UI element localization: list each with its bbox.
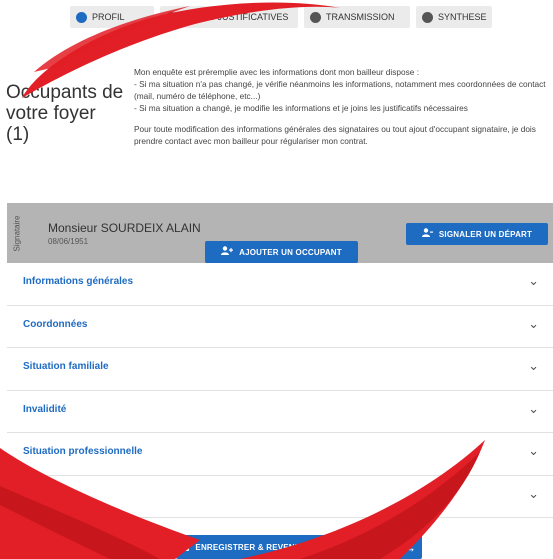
next-button[interactable]: → — [398, 535, 422, 559]
step-label: PROFIL — [92, 12, 125, 22]
intro-line: - Si ma situation a changé, je modifie l… — [134, 103, 468, 113]
chevron-down-icon: ⌄ — [528, 315, 539, 331]
intro-line: - Si ma situation n'a pas changé, je vér… — [134, 79, 546, 101]
progress-stepper: PROFIL PIÈCES JUSTIFICATIVES TRANSMISSIO… — [0, 0, 553, 36]
section-label: Invalidité — [23, 403, 67, 415]
intro-line: Pour toute modification des informations… — [134, 124, 536, 146]
report-departure-button[interactable]: SIGNALER UN DÉPART — [406, 223, 548, 245]
add-person-icon — [221, 246, 234, 258]
chevron-down-icon: ⌄ — [528, 273, 539, 288]
chevron-down-icon: ⌄ — [528, 400, 539, 416]
step-pieces-justificatives[interactable]: PIÈCES JUSTIFICATIVES — [160, 6, 298, 28]
intro-line: Mon enquête est préremplie avec les info… — [134, 67, 420, 77]
arrow-left-icon: ← — [151, 539, 165, 555]
signer-role-label: Signataire — [12, 214, 22, 252]
remove-person-icon — [421, 228, 433, 240]
form-sections-accordion: Informations générales ⌄ Coordonnées ⌄ S… — [7, 263, 553, 518]
intro-text: Mon enquête est préremplie avec les info… — [134, 66, 548, 147]
signer-name: Monsieur SOURDEIX ALAIN — [48, 221, 201, 235]
step-dot-icon — [166, 11, 177, 23]
page-title: Occupants de votre foyer (1) — [6, 82, 124, 145]
step-dot-icon — [310, 11, 321, 23]
step-active-dot-icon — [76, 11, 87, 23]
signer-birthdate: 08/06/1951 — [48, 237, 89, 246]
chevron-down-icon: ⌄ — [528, 443, 539, 458]
section-ressources[interactable]: Ressources ⌄ — [7, 476, 553, 518]
save-and-return-later-button[interactable]: ENREGISTRER & REVENIR PLUS TARD — [176, 535, 356, 559]
section-situation-familiale[interactable]: Situation familiale ⌄ — [7, 348, 553, 391]
step-synthese[interactable]: SYNTHESE — [416, 6, 492, 28]
section-label: Situation familiale — [23, 361, 109, 372]
section-informations-generales[interactable]: Informations générales ⌄ — [7, 263, 553, 306]
step-transmission[interactable]: TRANSMISSION — [304, 6, 410, 28]
section-situation-professionnelle[interactable]: Situation professionnelle ⌄ — [7, 433, 553, 476]
floppy-disk-icon — [179, 540, 190, 554]
step-profil[interactable]: PROFIL — [70, 6, 154, 28]
section-label: Coordonnées — [23, 318, 88, 330]
chevron-down-icon: ⌄ — [528, 485, 539, 501]
add-occupant-button[interactable]: AJOUTER UN OCCUPANT — [205, 241, 358, 263]
report-departure-label: SIGNALER UN DÉPART — [438, 229, 533, 239]
add-occupant-label: AJOUTER UN OCCUPANT — [239, 247, 342, 257]
section-label: Ressources — [23, 488, 80, 500]
arrow-right-icon: → — [403, 539, 417, 555]
bottom-navigation: ← ENREGISTRER & REVENIR PLUS TARD → — [0, 535, 553, 559]
step-label: SYNTHESE — [438, 12, 487, 22]
chevron-down-icon: ⌄ — [528, 358, 539, 373]
section-invalidite[interactable]: Invalidité ⌄ — [7, 391, 553, 433]
save-label: ENREGISTRER & REVENIR PLUS TARD — [195, 542, 353, 552]
section-coordonnees[interactable]: Coordonnées ⌄ — [7, 306, 553, 348]
step-label: PIÈCES JUSTIFICATIVES — [182, 12, 289, 22]
previous-button[interactable]: ← — [146, 535, 170, 559]
step-label: TRANSMISSION — [326, 12, 395, 22]
section-label: Informations générales — [23, 276, 134, 287]
section-label: Situation professionnelle — [23, 446, 143, 457]
step-dot-icon — [422, 11, 433, 23]
